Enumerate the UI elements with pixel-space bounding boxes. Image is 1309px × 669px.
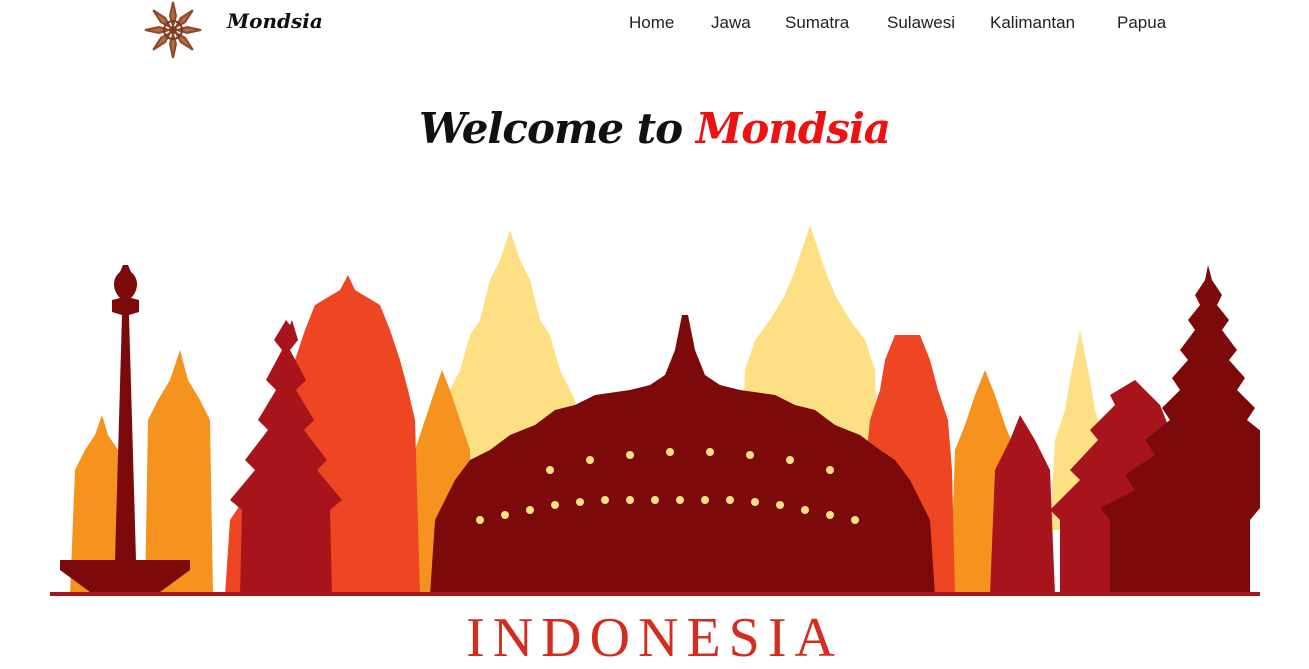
nav-link-papua[interactable]: Papua bbox=[1117, 13, 1166, 33]
country-caption: INDONESIA bbox=[466, 607, 843, 669]
hero-title-accent: Mondsia bbox=[695, 104, 891, 153]
nav-link-jawa[interactable]: Jawa bbox=[711, 13, 751, 33]
hero-title: Welcome to Mondsia bbox=[0, 104, 1309, 153]
navbar: Mondsia Home Jawa Sumatra Sulawesi Kalim… bbox=[0, 0, 1309, 59]
main-nav: Home Jawa Sumatra Sulawesi Kalimantan Pa… bbox=[0, 13, 1309, 37]
nav-link-sulawesi[interactable]: Sulawesi bbox=[887, 13, 955, 33]
hero-title-prefix: Welcome to bbox=[418, 104, 683, 153]
nav-link-kalimantan[interactable]: Kalimantan bbox=[990, 13, 1075, 33]
nav-link-sumatra[interactable]: Sumatra bbox=[785, 13, 849, 33]
indonesia-landmarks-skyline-icon bbox=[50, 225, 1260, 596]
nav-link-home[interactable]: Home bbox=[629, 13, 674, 33]
